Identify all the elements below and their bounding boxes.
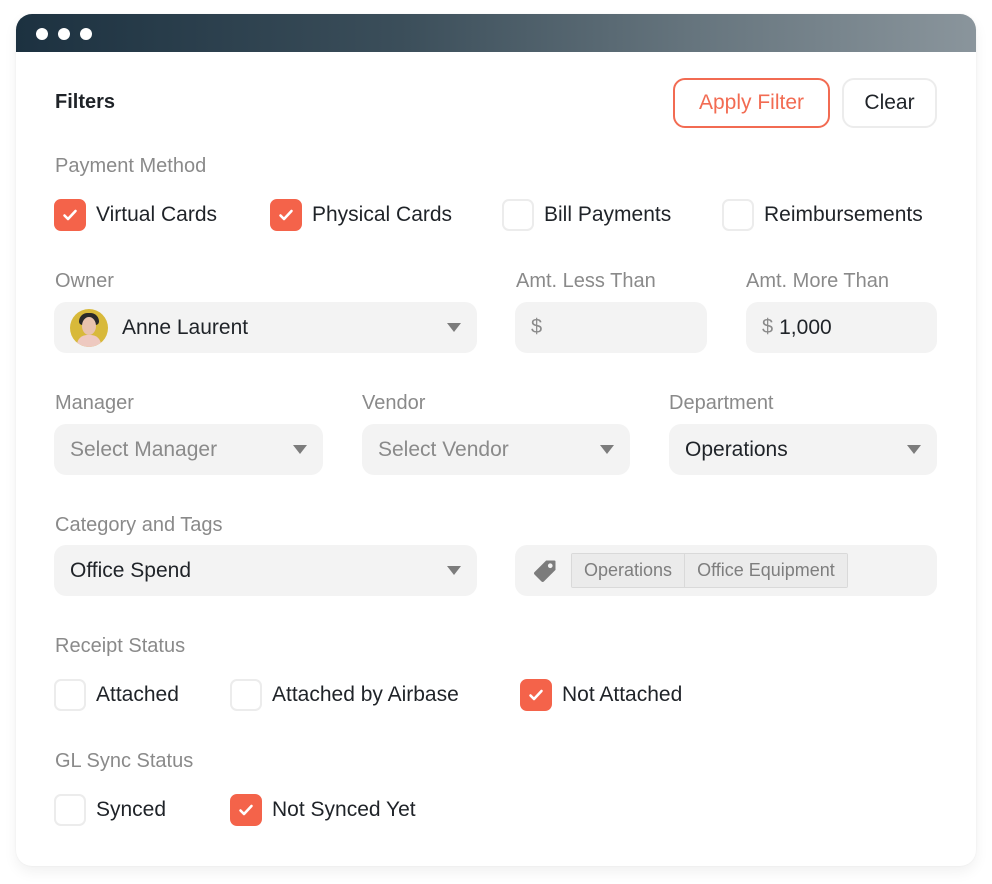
receipt-status-label: Receipt Status <box>55 635 186 657</box>
tags-input[interactable]: Operations Office Equipment <box>515 545 937 596</box>
window-titlebar <box>16 14 976 52</box>
checkbox-attached-by-airbase[interactable]: Attached by Airbase <box>230 679 459 711</box>
owner-value: Anne Laurent <box>122 315 249 339</box>
category-select[interactable]: Office Spend <box>54 545 477 596</box>
checkbox-label: Reimbursements <box>764 203 923 226</box>
checkbox-virtual-cards[interactable]: Virtual Cards <box>54 199 217 231</box>
amount-less-label: Amt. Less Than <box>516 270 656 292</box>
checkbox-bill-payments[interactable]: Bill Payments <box>502 199 671 231</box>
amount-more-value: 1,000 <box>779 315 832 339</box>
checkbox[interactable] <box>520 679 552 711</box>
checkbox-label: Virtual Cards <box>96 203 217 226</box>
amount-less-input[interactable]: $ <box>515 302 707 353</box>
vendor-select[interactable]: Select Vendor <box>362 424 630 475</box>
category-label: Category and Tags <box>55 514 223 536</box>
checkbox-label: Physical Cards <box>312 203 453 226</box>
chevron-down-icon <box>600 445 614 454</box>
window-close-dot[interactable] <box>36 28 48 40</box>
checkbox[interactable] <box>54 679 86 711</box>
checkbox[interactable] <box>54 794 86 826</box>
amount-more-label: Amt. More Than <box>746 270 890 292</box>
checkbox-synced[interactable]: Synced <box>54 794 166 826</box>
checkbox-label: Synced <box>96 798 167 821</box>
chevron-down-icon <box>907 445 921 454</box>
checkbox[interactable] <box>502 199 534 231</box>
checkbox-label: Attached <box>96 683 179 706</box>
checkmark-icon <box>279 209 293 221</box>
apply-filter-button[interactable]: Apply Filter <box>673 78 830 128</box>
checkmark-icon <box>63 209 77 221</box>
checkbox-physical-cards[interactable]: Physical Cards <box>270 199 452 231</box>
currency-symbol: $ <box>531 316 543 338</box>
department-label: Department <box>669 392 774 414</box>
manager-label: Manager <box>55 392 134 414</box>
checkbox[interactable] <box>270 199 302 231</box>
checkbox-label: Attached by Airbase <box>272 683 459 706</box>
checkbox[interactable] <box>230 794 262 826</box>
checkbox[interactable] <box>54 199 86 231</box>
amount-more-input[interactable]: $ 1,000 <box>746 302 937 353</box>
checkbox[interactable] <box>230 679 262 711</box>
checkbox-label: Bill Payments <box>544 203 672 226</box>
chevron-down-icon <box>447 323 461 332</box>
department-value: Operations <box>685 437 788 461</box>
chevron-down-icon <box>293 445 307 454</box>
avatar <box>70 308 108 347</box>
vendor-placeholder: Select Vendor <box>378 437 509 461</box>
tag-chip[interactable]: Office Equipment <box>684 554 847 587</box>
owner-label: Owner <box>55 270 114 292</box>
currency-symbol: $ <box>762 316 774 338</box>
payment-method-label: Payment Method <box>55 155 207 177</box>
tag-chip[interactable]: Operations <box>572 554 685 587</box>
page-title: Filters <box>55 91 116 113</box>
gl-sync-status-label: GL Sync Status <box>55 750 194 772</box>
manager-select[interactable]: Select Manager <box>54 424 323 475</box>
checkbox[interactable] <box>722 199 754 231</box>
manager-placeholder: Select Manager <box>70 437 218 461</box>
tag-icon <box>534 560 556 582</box>
checkmark-icon <box>239 804 253 816</box>
checkbox-not-synced-yet[interactable]: Not Synced Yet <box>230 794 416 826</box>
checkbox-label: Not Synced Yet <box>272 798 416 821</box>
chevron-down-icon <box>447 566 461 575</box>
checkbox-not-attached[interactable]: Not Attached <box>520 679 682 711</box>
owner-select[interactable]: Anne Laurent <box>54 302 477 353</box>
filter-window: Filters Apply Filter Clear Payment Metho… <box>16 14 976 866</box>
checkbox-attached[interactable]: Attached <box>54 679 179 711</box>
window-maximize-dot[interactable] <box>80 28 92 40</box>
window-minimize-dot[interactable] <box>58 28 70 40</box>
clear-button[interactable]: Clear <box>842 78 937 128</box>
tag-chips: Operations Office Equipment <box>571 553 848 588</box>
checkbox-label: Not Attached <box>562 683 683 706</box>
checkmark-icon <box>529 689 543 701</box>
category-value: Office Spend <box>70 558 192 582</box>
checkbox-reimbursements[interactable]: Reimbursements <box>722 199 923 231</box>
vendor-label: Vendor <box>362 392 426 414</box>
department-select[interactable]: Operations <box>669 424 937 475</box>
